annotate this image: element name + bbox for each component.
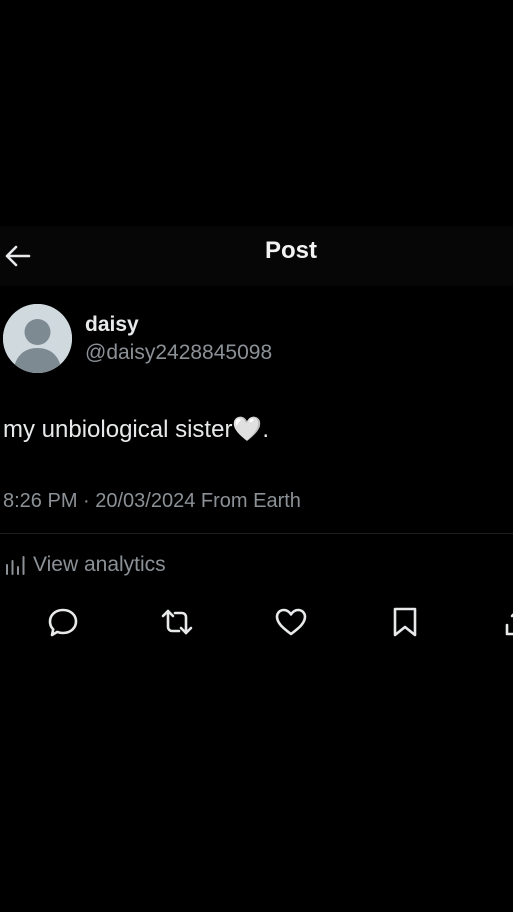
back-button[interactable] [2, 240, 34, 272]
bar-chart-icon [6, 556, 25, 575]
default-avatar-icon [3, 304, 72, 373]
bookmark-button[interactable] [387, 604, 423, 640]
author-display-name[interactable]: daisy [85, 312, 139, 338]
page-title: Post [264, 237, 317, 264]
top-bar: Post [0, 226, 513, 286]
share-button[interactable] [501, 604, 513, 640]
view-analytics-label: View analytics [33, 553, 166, 576]
post-text: my unbiological sister🤍. [3, 416, 269, 443]
like-button[interactable] [273, 604, 309, 640]
arrow-left-icon [5, 245, 31, 267]
heart-icon [275, 608, 307, 636]
repost-button[interactable] [159, 604, 195, 640]
reply-button[interactable] [45, 604, 81, 640]
post-timestamp: 8:26 PM · 20/03/2024 From Earth [3, 490, 301, 512]
view-analytics-link[interactable]: View analytics [3, 551, 166, 579]
reply-icon [48, 608, 78, 637]
share-icon [505, 613, 513, 636]
bookmark-icon [393, 607, 417, 637]
divider [0, 533, 513, 534]
author-handle[interactable]: @daisy2428845098 [85, 340, 272, 366]
avatar[interactable] [3, 304, 72, 373]
repost-icon [161, 609, 193, 635]
